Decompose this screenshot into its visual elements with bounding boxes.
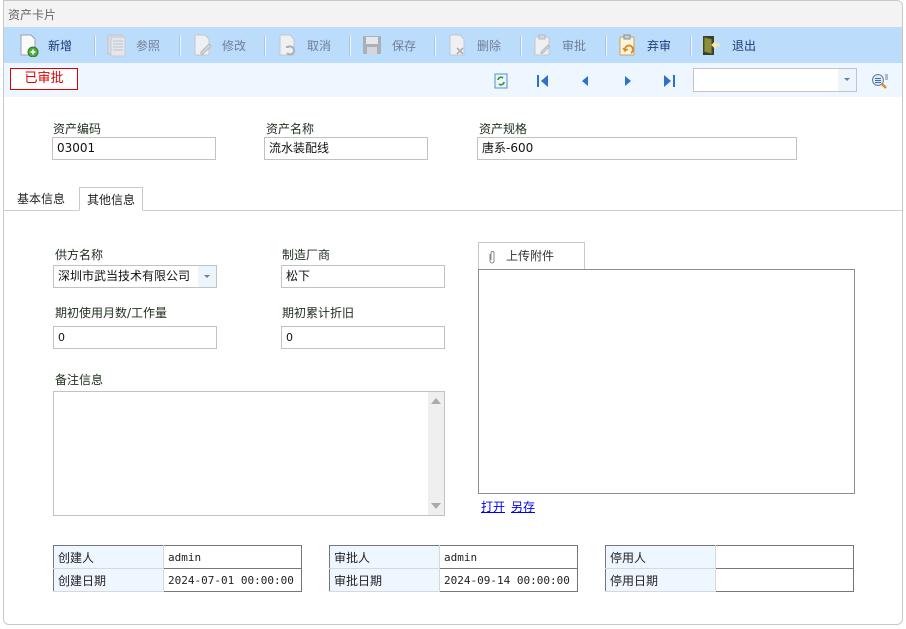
edit-button[interactable]: 修改 [190,30,246,60]
approve-icon [534,34,551,56]
created-date-value: 2024-07-01 00:00:00 [163,568,302,592]
save-as-attachment-link[interactable]: 另存 [511,498,535,515]
approved-by-label: 审批人 [329,545,440,569]
remarks-label: 备注信息 [55,373,104,387]
asset-name-input[interactable]: 流水装配线 [264,137,428,160]
created-by-value: admin [163,545,302,569]
toolbar-separator [264,36,266,56]
chevron-down-icon [844,78,850,81]
toolbar-separator [520,36,522,56]
save-icon [363,36,381,54]
tab-other-info[interactable]: 其他信息 [79,187,144,211]
asset-name-label: 资产名称 [266,122,315,136]
asset-card-window: 资产卡片 新增 参照 修改 取消 保存 删除 审批 弃审 退出 已审批 资产编码… [3,0,903,625]
created-date-label: 创建日期 [53,568,164,592]
manufacturer-input[interactable]: 松下 [281,265,445,288]
exit-door-icon [703,36,720,55]
toolbar-separator [690,36,692,56]
disabled-date-label: 停用日期 [605,568,716,592]
table-row: 创建人 admin [53,545,302,569]
table-row: 审批人 admin [329,545,578,569]
record-select[interactable] [693,68,857,92]
disabled-info-table: 停用人 停用日期 [605,545,854,592]
created-info-table: 创建人 admin 创建日期 2024-07-01 00:00:00 [53,545,302,592]
disabled-date-value [715,568,854,592]
approved-by-value: admin [439,545,578,569]
initial-months-input[interactable]: 0 [53,326,217,349]
last-record-icon[interactable] [662,74,676,88]
status-badge: 已审批 [10,68,78,90]
refresh-icon[interactable] [494,73,508,89]
scroll-down-arrow-icon[interactable] [431,503,441,509]
cancel-button[interactable]: 取消 [275,30,331,60]
previous-record-icon[interactable] [578,74,592,88]
initial-depreciation-input[interactable]: 0 [281,326,445,349]
search-list-icon[interactable] [871,72,889,90]
initial-months-label: 期初使用月数/工作量 [55,306,168,320]
table-row: 创建日期 2024-07-01 00:00:00 [53,568,302,592]
supplier-dropdown-button[interactable] [198,266,216,287]
scroll-up-arrow-icon[interactable] [431,398,441,404]
table-row: 停用日期 [605,568,854,592]
toolbar-separator [349,36,351,56]
title-bar: 资产卡片 [4,1,902,27]
upload-attachment-tab[interactable]: 上传附件 [478,242,585,270]
toolbar-separator [605,36,607,56]
manufacturer-label: 制造厂商 [282,248,331,262]
supplier-combobox[interactable]: 深圳市武当技术有限公司 [53,265,217,288]
asset-code-label: 资产编码 [53,122,102,136]
unapprove-icon [619,34,635,56]
delete-icon [449,34,465,56]
toolbar-separator [179,36,181,56]
approved-date-label: 审批日期 [329,568,440,592]
approve-button[interactable]: 审批 [530,30,586,60]
created-by-label: 创建人 [53,545,164,569]
chevron-down-icon [204,275,210,278]
approved-date-value: 2024-09-14 00:00:00 [439,568,578,592]
tab-basic-info[interactable]: 基本信息 [10,187,72,211]
toolbar: 新增 参照 修改 取消 保存 删除 审批 弃审 退出 [4,27,902,63]
toolbar-separator [94,36,96,56]
supplier-label: 供方名称 [55,248,104,262]
attachment-list[interactable] [478,269,855,494]
disabled-by-label: 停用人 [605,545,716,569]
supplier-value: 深圳市武当技术有限公司 [58,269,191,283]
reference-icon [107,34,126,57]
table-row: 审批日期 2024-09-14 00:00:00 [329,568,578,592]
record-navbar: 已审批 [4,63,902,97]
upload-attachment-label: 上传附件 [506,249,555,263]
unapprove-button[interactable]: 弃审 [615,30,671,60]
asset-spec-label: 资产规格 [479,122,528,136]
paperclip-icon [489,251,495,264]
toolbar-separator [434,36,436,56]
save-button[interactable]: 保存 [360,30,416,60]
asset-spec-input[interactable]: 唐系-600 [477,137,797,160]
exit-button[interactable]: 退出 [700,30,756,60]
asset-code-input[interactable]: 03001 [52,137,216,160]
next-record-icon[interactable] [621,74,635,88]
cancel-icon [279,34,296,56]
approved-info-table: 审批人 admin 审批日期 2024-09-14 00:00:00 [329,545,578,592]
table-row: 停用人 [605,545,854,569]
disabled-by-value [715,545,854,569]
edit-icon [194,34,212,56]
remarks-scrollbar[interactable] [428,392,444,515]
delete-button[interactable]: 删除 [445,30,501,60]
reference-button[interactable]: 参照 [104,30,160,60]
window-title: 资产卡片 [8,8,57,22]
record-select-dropdown-button[interactable] [838,69,856,91]
new-document-icon [20,34,39,57]
remarks-textarea[interactable] [53,391,445,516]
first-record-icon[interactable] [536,74,550,88]
open-attachment-link[interactable]: 打开 [481,498,505,515]
initial-depreciation-label: 期初累计折旧 [282,306,355,320]
new-button[interactable]: 新增 [16,30,72,60]
